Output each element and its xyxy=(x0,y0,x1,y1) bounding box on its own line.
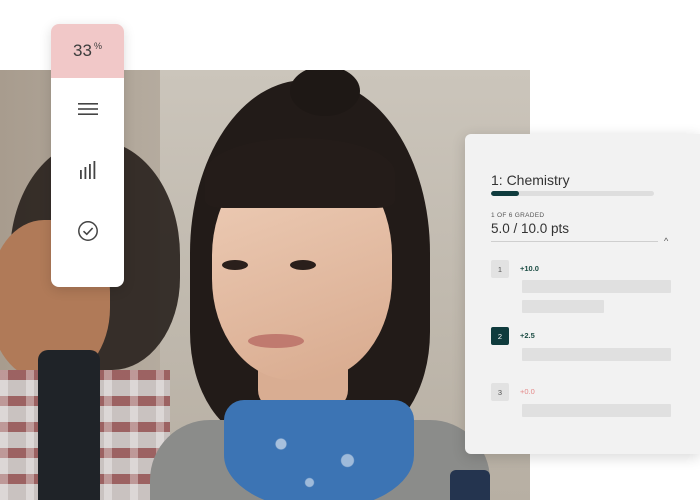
question-score: +0.0 xyxy=(520,387,535,396)
answer-placeholder-line xyxy=(522,404,671,417)
menu-icon xyxy=(77,102,98,115)
percent-badge: 33 % xyxy=(51,24,124,78)
complete-button[interactable] xyxy=(51,200,124,261)
grading-progress-bar xyxy=(491,191,654,196)
statistics-button[interactable] xyxy=(51,139,124,200)
question-number-badge[interactable]: 2 xyxy=(491,327,509,345)
check-circle-icon xyxy=(77,220,98,241)
percent-unit: % xyxy=(93,41,102,51)
assignment-title: 1: Chemistry xyxy=(491,172,570,188)
divider xyxy=(491,241,658,242)
collapse-caret-icon[interactable]: ^ xyxy=(664,236,668,246)
grading-toolbar: 33 % xyxy=(51,24,124,287)
question-number-badge[interactable]: 1 xyxy=(491,260,509,278)
grading-panel: 1: Chemistry 1 OF 6 GRADED 5.0 / 10.0 pt… xyxy=(465,134,700,454)
answer-placeholder-line xyxy=(522,300,604,313)
points-total: 5.0 / 10.0 pts xyxy=(491,221,570,236)
answer-placeholder-line xyxy=(522,348,671,361)
answer-placeholder-line xyxy=(522,280,671,293)
question-score: +2.5 xyxy=(520,331,535,340)
question-number-badge[interactable]: 3 xyxy=(491,383,509,401)
percent-value: 33 xyxy=(73,41,92,60)
bar-chart-icon xyxy=(79,160,95,179)
question-score: +10.0 xyxy=(520,264,539,273)
grading-progress-fill xyxy=(491,191,519,196)
menu-button[interactable] xyxy=(51,78,124,139)
graded-count: 1 OF 6 GRADED xyxy=(491,212,545,219)
